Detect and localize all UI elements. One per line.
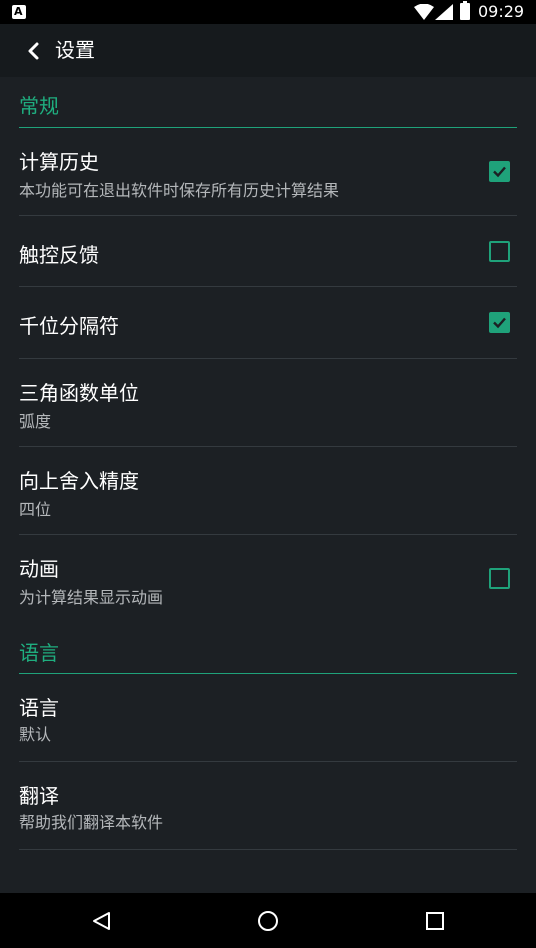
system-nav-bar bbox=[0, 893, 536, 948]
notification-icon: A bbox=[12, 5, 26, 19]
pref-rounding-summary: 四位 bbox=[19, 500, 52, 519]
pref-language-title: 语言 bbox=[19, 696, 59, 720]
wifi-icon bbox=[414, 4, 434, 20]
back-triangle-icon bbox=[93, 912, 110, 930]
settings-list[interactable]: 常规 计算历史 本功能可在退出软件时保存所有历史计算结果 触控反馈 千位分隔符 … bbox=[0, 77, 536, 893]
nav-recents-button[interactable] bbox=[417, 903, 453, 939]
pref-thousands-separator[interactable]: 千位分隔符 bbox=[0, 287, 536, 358]
pref-haptic-title: 触控反馈 bbox=[19, 243, 99, 267]
divider bbox=[19, 849, 517, 850]
category-general-label: 常规 bbox=[19, 94, 59, 118]
pref-trig-title: 三角函数单位 bbox=[19, 381, 139, 405]
category-language: 语言 bbox=[19, 623, 517, 674]
pref-history[interactable]: 计算历史 本功能可在退出软件时保存所有历史计算结果 bbox=[0, 128, 536, 216]
status-bar: A 09:29 bbox=[0, 0, 536, 24]
toolbar: 设置 bbox=[0, 24, 536, 77]
pref-animation-summary: 为计算结果显示动画 bbox=[19, 588, 164, 607]
pref-animation[interactable]: 动画 为计算结果显示动画 bbox=[0, 535, 536, 622]
pref-translate-title: 翻译 bbox=[19, 784, 59, 808]
chevron-left-icon bbox=[28, 42, 39, 60]
pref-thousands-title: 千位分隔符 bbox=[19, 314, 119, 338]
recents-square-icon bbox=[426, 912, 444, 930]
category-language-label: 语言 bbox=[19, 641, 59, 665]
pref-history-title: 计算历史 bbox=[19, 150, 99, 174]
category-general: 常规 bbox=[19, 77, 517, 128]
pref-language-summary: 默认 bbox=[19, 725, 52, 744]
status-time: 09:29 bbox=[478, 2, 525, 21]
pref-haptic-checkbox[interactable] bbox=[489, 241, 510, 262]
pref-haptic[interactable]: 触控反馈 bbox=[0, 216, 536, 287]
pref-animation-title: 动画 bbox=[19, 557, 59, 581]
pref-translate[interactable]: 翻译 帮助我们翻译本软件 bbox=[0, 762, 536, 849]
pref-language[interactable]: 语言 默认 bbox=[0, 674, 536, 761]
nav-home-button[interactable] bbox=[250, 903, 286, 939]
pref-trig-summary: 弧度 bbox=[19, 412, 52, 431]
home-circle-icon bbox=[258, 911, 278, 931]
check-icon bbox=[493, 166, 506, 178]
pref-history-checkbox[interactable] bbox=[489, 161, 510, 182]
pref-translate-summary: 帮助我们翻译本软件 bbox=[19, 813, 164, 832]
check-icon bbox=[493, 317, 506, 329]
page-title: 设置 bbox=[55, 38, 95, 62]
pref-rounding-precision[interactable]: 向上舍入精度 四位 bbox=[0, 447, 536, 534]
pref-trig-unit[interactable]: 三角函数单位 弧度 bbox=[0, 359, 536, 446]
signal-icon bbox=[435, 4, 453, 20]
back-button[interactable] bbox=[18, 34, 52, 68]
pref-thousands-checkbox[interactable] bbox=[489, 312, 510, 333]
pref-rounding-title: 向上舍入精度 bbox=[19, 469, 139, 493]
pref-history-summary: 本功能可在退出软件时保存所有历史计算结果 bbox=[19, 181, 340, 200]
battery-icon bbox=[460, 1, 470, 20]
pref-animation-checkbox[interactable] bbox=[489, 568, 510, 589]
nav-back-button[interactable] bbox=[84, 903, 120, 939]
